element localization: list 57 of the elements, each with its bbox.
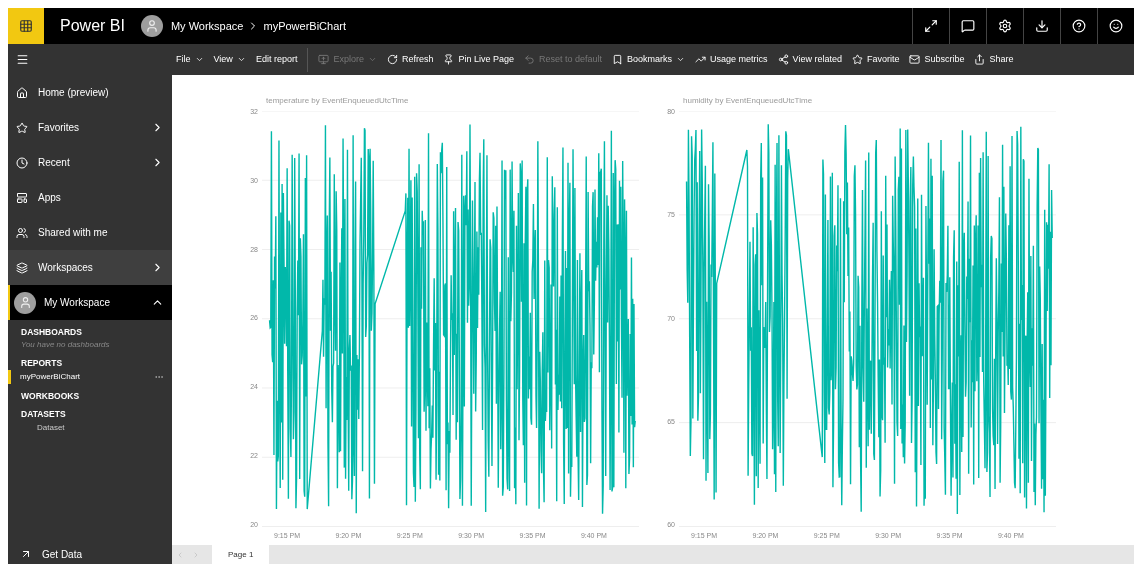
toolbar-button[interactable]: Refresh [386,52,434,67]
page-tab[interactable]: Page 1 [212,545,270,564]
people-icon [16,226,28,239]
workspace-item[interactable]: Dataset [8,421,172,435]
toolbar-button[interactable]: View related [777,52,842,67]
star-icon [16,121,28,134]
clock-icon [16,156,28,169]
share-icon [974,54,986,65]
chevron-down-icon [194,55,204,64]
nodes-icon [777,54,789,65]
pin-icon [443,54,455,65]
toolbar-button[interactable]: View [213,52,246,67]
waffle-icon [19,19,33,33]
home-icon [16,86,28,99]
breadcrumb-link[interactable]: My Workspace [170,17,244,35]
chart-title: temperature by EventEnqueuedUtcTime [266,95,409,107]
toolbar-button[interactable]: Share [974,52,1014,67]
sidebar-item[interactable]: Apps [8,180,172,215]
toolbar-button[interactable]: Usage metrics [695,52,768,67]
mail-icon [909,54,921,65]
section-heading: WORKBOOKS [20,389,81,403]
undo-icon [524,54,535,65]
sidebar-item[interactable]: Favorites [8,110,172,145]
chevron-down-icon [236,55,246,64]
apps-icon [16,191,28,204]
avatar-icon [140,15,163,37]
monitor-icon [318,54,330,65]
get-data-button[interactable]: Get Data [8,544,172,564]
chevron-down-icon [676,55,686,64]
section-heading: DATASETS [20,408,67,421]
stack-icon [16,261,28,274]
star-icon [851,54,863,65]
app-launcher-button[interactable] [8,8,44,44]
breadcrumb-link[interactable]: myPowerBiChart [263,17,346,35]
empty-message: You have no dashboards [20,338,111,351]
arrow-icon [20,548,32,560]
avatar-icon [14,291,36,314]
sidebar-item[interactable]: Shared with me [8,215,172,250]
section-heading: DASHBOARDS [20,326,83,339]
toolbar-button[interactable]: Edit report [255,52,298,67]
sidebar-item[interactable]: Home (preview) [8,75,172,110]
toolbar-button[interactable]: File [176,52,204,67]
toolbar-button[interactable]: Favorite [851,52,900,67]
chart-title: humidity by EventEnqueuedUtcTime [683,95,813,107]
app-name: Power BI [60,16,125,36]
chart-line-icon [695,54,707,65]
toolbar-button[interactable]: Subscribe [909,52,965,67]
section-heading: REPORTS [20,356,64,370]
sidebar-item[interactable]: Workspaces [8,250,172,285]
sidebar-item[interactable]: Recent [8,145,172,180]
workspace-header[interactable]: My Workspace [8,285,172,320]
workspace-item[interactable]: myPowerBiChart [8,369,172,384]
chevron-down-icon [367,55,377,64]
toolbar-button[interactable]: Pin Live Page [443,52,514,67]
refresh-icon [386,54,398,65]
bookmark-icon [612,54,624,65]
toolbar-button[interactable]: Bookmarks [612,52,686,67]
